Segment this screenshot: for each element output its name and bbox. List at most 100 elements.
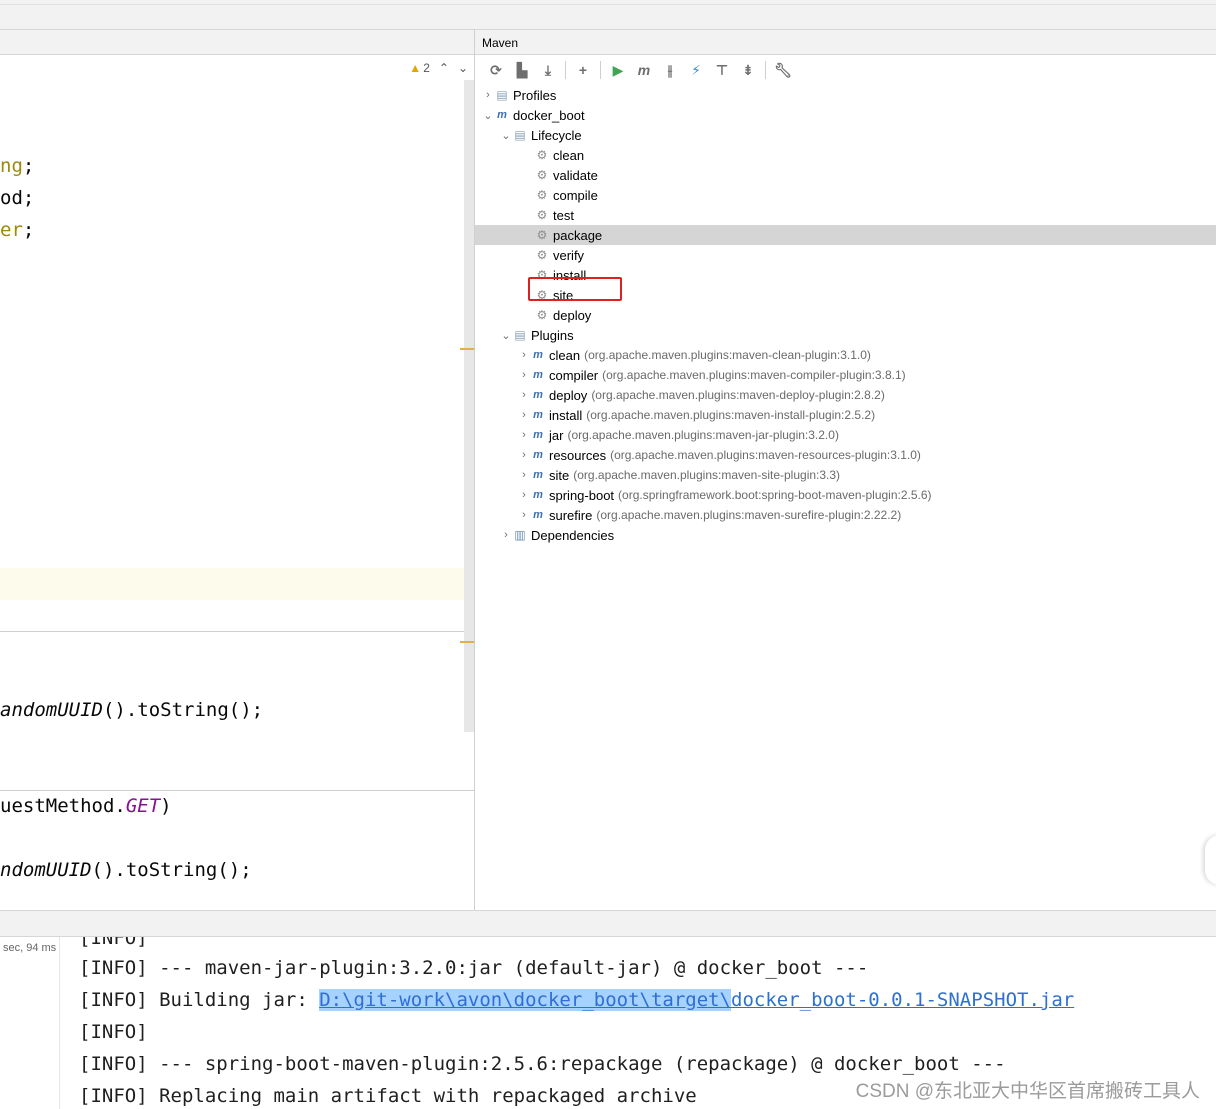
- collapse-icon[interactable]: ⇟: [735, 58, 761, 82]
- tree-node-project[interactable]: ⌄ m docker_boot: [475, 105, 1216, 125]
- jar-path-link[interactable]: D:\git-work\avon\docker_boot\target\: [319, 989, 732, 1011]
- next-highlight-icon[interactable]: ⌄: [458, 61, 468, 75]
- method-separator: [0, 790, 474, 791]
- console-line: [INFO] Replacing main artifact with repa…: [79, 1085, 697, 1107]
- chevron-right-icon[interactable]: ›: [499, 525, 513, 545]
- plugin-item[interactable]: › m deploy (org.apache.maven.plugins:maven-…: [475, 385, 1216, 405]
- lifecycle-goal[interactable]: ⚙ test: [475, 205, 1216, 225]
- execute-goal-icon[interactable]: m: [631, 58, 657, 82]
- warning-stripe-mark[interactable]: [460, 641, 474, 643]
- add-sources-icon[interactable]: ▙: [509, 58, 535, 82]
- console-line: [INFO] Building jar: D:\git-work\avon\do…: [79, 989, 1075, 1011]
- profiles-icon: ▤: [496, 88, 508, 102]
- chevron-right-icon[interactable]: ›: [517, 445, 531, 465]
- gear-icon: ⚙: [536, 168, 548, 182]
- editor-scrollbar[interactable]: [464, 80, 474, 732]
- previous-highlight-icon[interactable]: ⌃: [439, 61, 449, 75]
- console-line: [INFO] --- maven-jar-plugin:3.2.0:jar (d…: [79, 957, 869, 979]
- show-deps-icon[interactable]: ⊤: [709, 58, 735, 82]
- method-separator: [0, 631, 474, 632]
- lifecycle-goal[interactable]: ⚙ compile: [475, 185, 1216, 205]
- gear-icon: ⚙: [536, 248, 548, 262]
- plugin-icon: m: [533, 429, 543, 441]
- skip-tests-icon[interactable]: ⚡: [683, 58, 709, 82]
- tree-node-plugins[interactable]: ⌄ ▤ Plugins: [475, 325, 1216, 345]
- lifecycle-goal[interactable]: ⚙ deploy: [475, 305, 1216, 325]
- tree-node-dependencies[interactable]: › ▥ Dependencies: [475, 525, 1216, 545]
- warning-icon: ▲: [409, 61, 422, 75]
- download-icon[interactable]: ⤓: [535, 58, 561, 82]
- code-line: andomUUID().toString();: [0, 699, 264, 721]
- toggle-offline-icon[interactable]: ⫲: [657, 58, 683, 82]
- chevron-right-icon[interactable]: ›: [517, 365, 531, 385]
- plugin-item[interactable]: › m compiler (org.apache.maven.plugins:mave…: [475, 365, 1216, 385]
- lifecycle-goal-selected[interactable]: ⚙ package: [475, 225, 1216, 245]
- plugin-icon: m: [533, 449, 543, 461]
- editor-tab-strip: [0, 30, 474, 55]
- annotation-highlight-box: [528, 277, 622, 301]
- code-line: uestMethod.GET): [0, 795, 172, 817]
- inspection-widget[interactable]: ▲ 2 ⌃ ⌄: [409, 61, 468, 75]
- warning-stripe-mark[interactable]: [460, 348, 474, 350]
- chevron-right-icon[interactable]: ›: [517, 405, 531, 425]
- plugin-icon: m: [533, 369, 543, 381]
- plus-icon[interactable]: +: [570, 58, 596, 82]
- console-line: [INFO]: [79, 937, 148, 949]
- maven-project-icon: m: [497, 109, 507, 121]
- lifecycle-folder-icon: ▤: [514, 128, 526, 142]
- console-line: [INFO] --- spring-boot-maven-plugin:2.5.…: [79, 1053, 1006, 1075]
- dependencies-icon: ▥: [514, 528, 526, 542]
- tree-node-profiles[interactable]: › ▤ Profiles: [475, 85, 1216, 105]
- code-editor[interactable]: ▲ 2 ⌃ ⌄ ng; od; er; andomUUID().toString…: [0, 30, 475, 910]
- maven-tool-window: Maven ⟳ ▙ ⤓ + ▶ m ⫲ ⚡ ⊤ ⇟ 🔧︎ › ▤ Profile…: [475, 30, 1216, 910]
- plugin-icon: m: [533, 469, 543, 481]
- jar-file-link[interactable]: docker_boot-0.0.1-SNAPSHOT.jar: [731, 989, 1074, 1011]
- plugin-item[interactable]: › m site (org.apache.maven.plugins:maven-si…: [475, 465, 1216, 485]
- lifecycle-goal[interactable]: ⚙ validate: [475, 165, 1216, 185]
- toolbar-divider: [565, 61, 566, 79]
- settings-wrench-icon[interactable]: 🔧︎: [770, 58, 796, 82]
- run-icon[interactable]: ▶: [605, 58, 631, 82]
- run-tool-window-header: [0, 910, 1216, 937]
- gear-icon: ⚙: [536, 208, 548, 222]
- console-gutter: sec, 94 ms: [0, 937, 60, 1109]
- plugin-item[interactable]: › m install (org.apache.maven.plugins:maven…: [475, 405, 1216, 425]
- maven-tree: › ▤ Profiles ⌄ m docker_boot ⌄ ▤ Lifecyc…: [475, 85, 1216, 545]
- watermark: CSDN @东北亚大中华区首席搬砖工具人: [855, 1081, 1200, 1102]
- chevron-right-icon[interactable]: ›: [517, 505, 531, 525]
- chevron-right-icon[interactable]: ›: [517, 465, 531, 485]
- plugin-icon: m: [533, 489, 543, 501]
- warning-indicator[interactable]: ▲ 2: [409, 61, 430, 75]
- chevron-down-icon[interactable]: ⌄: [499, 125, 513, 145]
- plugins-folder-icon: ▤: [514, 328, 526, 342]
- plugin-item[interactable]: › m jar (org.apache.maven.plugins:maven-jar…: [475, 425, 1216, 445]
- toolbar-divider: [600, 61, 601, 79]
- plugin-item[interactable]: › m surefire (org.apache.maven.plugins:mave…: [475, 505, 1216, 525]
- reload-icon[interactable]: ⟳: [483, 58, 509, 82]
- chevron-down-icon[interactable]: ⌄: [499, 325, 513, 345]
- plugin-item[interactable]: › m resources (org.apache.maven.plugins:mav…: [475, 445, 1216, 465]
- maven-toolbar: ⟳ ▙ ⤓ + ▶ m ⫲ ⚡ ⊤ ⇟ 🔧︎: [475, 56, 1216, 84]
- chevron-right-icon[interactable]: ›: [517, 345, 531, 365]
- chevron-right-icon[interactable]: ›: [481, 85, 495, 105]
- window-top-strip: [0, 0, 1216, 30]
- floating-side-widget[interactable]: [1205, 835, 1216, 885]
- plugin-item[interactable]: › m spring-boot (org.springframework.boot:s…: [475, 485, 1216, 505]
- code-line: ndomUUID().toString();: [0, 859, 252, 881]
- code-line: er;: [0, 219, 35, 241]
- code-line: ng;: [0, 155, 35, 177]
- tree-node-lifecycle[interactable]: ⌄ ▤ Lifecycle: [475, 125, 1216, 145]
- lifecycle-goal[interactable]: ⚙ verify: [475, 245, 1216, 265]
- plugin-item[interactable]: › m clean (org.apache.maven.plugins:maven-c…: [475, 345, 1216, 365]
- gear-icon: ⚙: [536, 188, 548, 202]
- code-line: od;: [0, 187, 35, 209]
- warning-count: 2: [423, 61, 430, 75]
- toolbar-divider: [765, 61, 766, 79]
- lifecycle-goal[interactable]: ⚙ clean: [475, 145, 1216, 165]
- chevron-down-icon[interactable]: ⌄: [481, 105, 495, 125]
- plugin-icon: m: [533, 409, 543, 421]
- chevron-right-icon[interactable]: ›: [517, 425, 531, 445]
- chevron-right-icon[interactable]: ›: [517, 385, 531, 405]
- plugin-icon: m: [533, 509, 543, 521]
- chevron-right-icon[interactable]: ›: [517, 485, 531, 505]
